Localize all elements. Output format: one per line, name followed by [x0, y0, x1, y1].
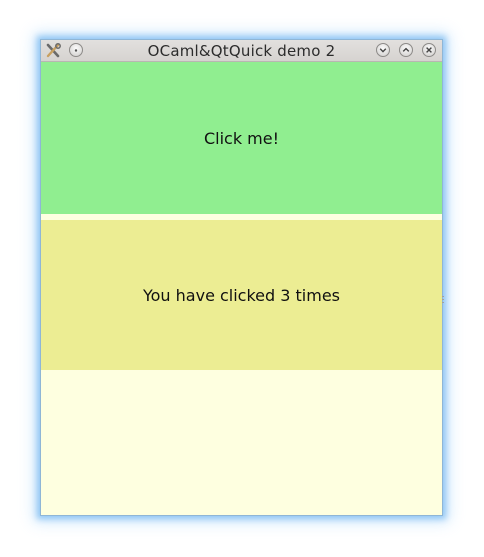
- click-me-label: Click me!: [203, 128, 280, 148]
- chevron-up-icon: [402, 47, 410, 52]
- close-icon: [426, 47, 432, 53]
- minimize-button[interactable]: [376, 43, 390, 57]
- click-counter-panel: You have clicked 3 times: [41, 220, 442, 370]
- app-window: OCaml&QtQuick demo 2 Click me! You have …: [40, 39, 444, 516]
- window-titlebar[interactable]: OCaml&QtQuick demo 2: [41, 40, 442, 62]
- resize-grip[interactable]: [442, 296, 444, 304]
- maximize-button[interactable]: [399, 43, 413, 57]
- empty-area: [41, 370, 442, 515]
- close-button[interactable]: [422, 43, 436, 57]
- chevron-down-icon: [379, 48, 387, 53]
- window-content: Click me! You have clicked 3 times: [41, 62, 444, 515]
- click-counter-text: You have clicked 3 times: [142, 285, 341, 305]
- desktop-background: OCaml&QtQuick demo 2 Click me! You have …: [0, 0, 484, 557]
- click-me-area[interactable]: Click me!: [41, 62, 442, 214]
